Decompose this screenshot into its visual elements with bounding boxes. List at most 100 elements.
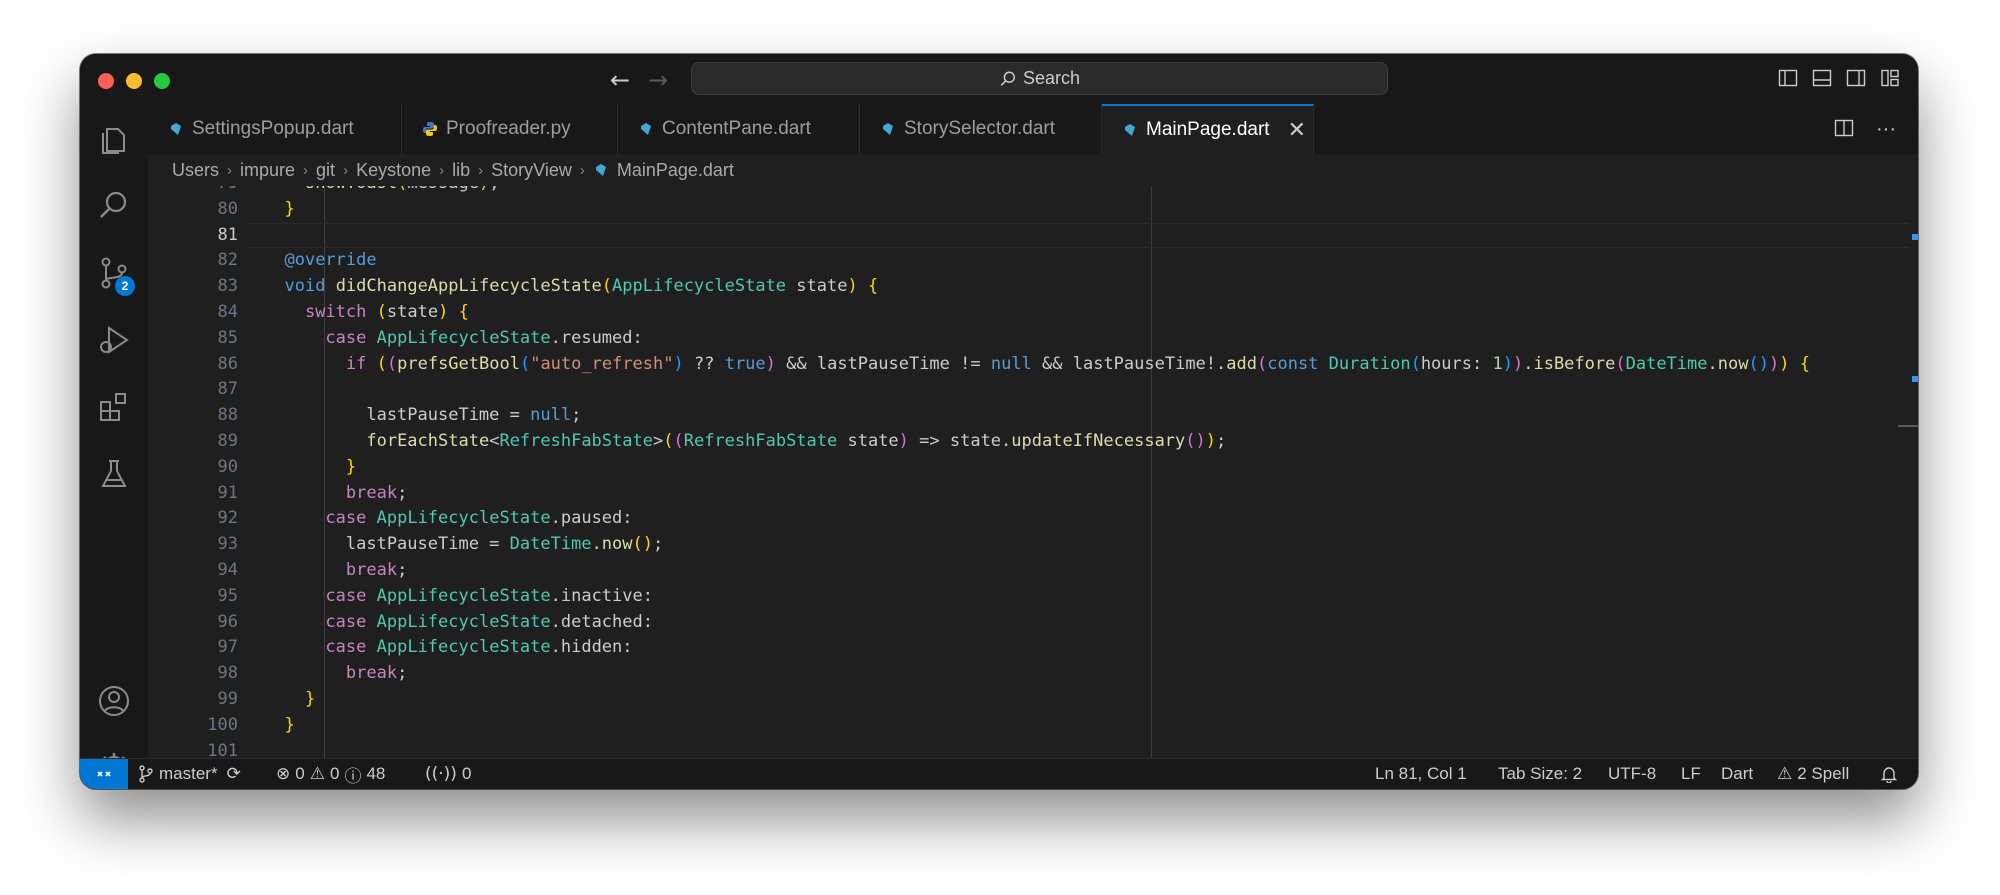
code-line[interactable]: 92 case AppLifecycleState.paused:: [148, 506, 1908, 532]
breadcrumb-item[interactable]: Keystone: [356, 160, 431, 181]
problems-indicator[interactable]: ⊗ 0 ⚠ 0 ⓘ 48: [276, 759, 385, 789]
code-line[interactable]: 86 if ((prefsGetBool("auto_refresh") ?? …: [148, 352, 1908, 378]
code-text: case AppLifecycleState.detached:: [325, 611, 653, 632]
code-text: }: [284, 714, 295, 735]
code-text: }: [284, 198, 295, 219]
testing-flask-icon[interactable]: [97, 457, 131, 491]
line-number: 95: [217, 585, 238, 606]
tab-proofreader[interactable]: Proofreader.py: [402, 104, 618, 154]
git-branch-icon: [139, 765, 153, 783]
code-editor[interactable]: 79 showToast(message);80 }81 82 @override…: [148, 186, 1918, 759]
split-editor-icon[interactable]: [1834, 118, 1854, 144]
minimize-window-button[interactable]: [126, 73, 142, 89]
chevron-right-icon: ›: [303, 161, 309, 179]
tab-size[interactable]: Tab Size: 2: [1498, 759, 1582, 789]
code-line[interactable]: 85 case AppLifecycleState.resumed:: [148, 326, 1908, 352]
error-count: 0: [295, 764, 305, 783]
line-number: 94: [217, 559, 238, 580]
code-text: }: [345, 456, 357, 477]
code-line[interactable]: 84 switch (state) {: [148, 300, 1908, 326]
code-text: switch (state) {: [304, 301, 469, 322]
zoom-window-button[interactable]: [154, 73, 170, 89]
code-line[interactable]: 99 }: [148, 687, 1908, 713]
code-line[interactable]: 96 case AppLifecycleState.detached:: [148, 610, 1908, 636]
breadcrumb-item[interactable]: impure: [240, 160, 295, 181]
more-actions-icon[interactable]: ···: [1876, 118, 1896, 144]
code-text: break;: [345, 559, 408, 580]
code-text: break;: [345, 482, 408, 503]
toggle-panel-icon[interactable]: [1812, 68, 1832, 88]
toggle-primary-sidebar-icon[interactable]: [1778, 68, 1798, 88]
tab-mainpage[interactable]: MainPage.dart ✕: [1102, 104, 1314, 154]
line-number: 97: [217, 637, 238, 658]
code-line[interactable]: 98 break;: [148, 661, 1908, 687]
spell-indicator[interactable]: ⚠ 2 Spell: [1777, 759, 1849, 789]
customize-layout-icon[interactable]: [1880, 68, 1900, 88]
line-number: 81: [217, 224, 238, 245]
search-sidebar-icon[interactable]: [97, 189, 131, 223]
language-mode[interactable]: Dart: [1721, 759, 1753, 789]
close-tab-icon[interactable]: ✕: [1288, 117, 1306, 143]
warning-count: 0: [329, 764, 340, 783]
breadcrumb: Users › impure › git › Keystone › lib › Story…: [148, 154, 1918, 186]
back-arrow-icon[interactable]: ←: [610, 66, 630, 94]
code-line[interactable]: 89 forEachState<RefreshFabState>((Refres…: [148, 429, 1908, 455]
toggle-secondary-sidebar-icon[interactable]: [1846, 68, 1866, 88]
forward-arrow-icon[interactable]: →: [648, 66, 668, 94]
tab-contentpane[interactable]: ContentPane.dart: [618, 104, 860, 154]
line-number: 98: [217, 663, 238, 684]
breadcrumb-item[interactable]: git: [316, 160, 335, 181]
dart-file-icon: [883, 123, 893, 135]
extensions-icon[interactable]: [97, 390, 131, 424]
source-control-icon[interactable]: 2: [97, 256, 135, 296]
tab-label: MainPage.dart: [1146, 119, 1270, 140]
code-line[interactable]: 80 }: [148, 197, 1908, 223]
python-file-icon: [423, 122, 437, 136]
code-line[interactable]: 88 lastPauseTime = null;: [148, 403, 1908, 429]
code-line[interactable]: 95 case AppLifecycleState.inactive:: [148, 584, 1908, 610]
line-number: 88: [217, 405, 238, 426]
end-of-line[interactable]: LF: [1681, 759, 1701, 789]
code-text: @override: [284, 250, 377, 271]
remote-indicator[interactable]: [80, 759, 128, 789]
code-lines: 79 showToast(message);80 }81 82 @override…: [148, 186, 1908, 759]
breadcrumb-item[interactable]: Users: [172, 160, 219, 181]
code-line[interactable]: 91 break;: [148, 481, 1908, 507]
tab-settingspopup[interactable]: SettingsPopup.dart: [148, 104, 402, 154]
code-line[interactable]: 101: [148, 739, 1908, 759]
code-line[interactable]: 93 lastPauseTime = DateTime.now();: [148, 532, 1908, 558]
code-line[interactable]: 94 break;: [148, 558, 1908, 584]
info-icon: ⓘ: [344, 766, 362, 787]
code-text: case AppLifecycleState.hidden:: [325, 637, 633, 658]
breadcrumb-item[interactable]: MainPage.dart: [617, 160, 734, 181]
code-line[interactable]: 97 case AppLifecycleState.hidden:: [148, 635, 1908, 661]
encoding[interactable]: UTF-8: [1608, 759, 1656, 789]
editor-actions: ···: [1834, 118, 1896, 144]
tab-storyselector[interactable]: StorySelector.dart: [860, 104, 1102, 154]
run-debug-icon[interactable]: [97, 323, 131, 357]
close-window-button[interactable]: [98, 73, 114, 89]
explorer-icon[interactable]: [97, 122, 131, 156]
warning-icon: ⚠: [309, 764, 325, 784]
code-line[interactable]: 87: [148, 377, 1908, 403]
code-line[interactable]: 79 showToast(message);: [148, 186, 1908, 197]
code-line[interactable]: 81: [148, 222, 1908, 249]
ports-indicator[interactable]: ((·)) 0: [425, 759, 471, 789]
notifications-bell-icon[interactable]: [1880, 759, 1898, 789]
cursor-position[interactable]: Ln 81, Col 1: [1375, 759, 1467, 789]
code-line[interactable]: 100 }: [148, 713, 1908, 739]
command-center-search[interactable]: Search: [691, 62, 1388, 95]
breadcrumb-item[interactable]: lib: [452, 160, 470, 181]
code-line[interactable]: 82 @override: [148, 248, 1908, 274]
branch-indicator[interactable]: master* ⟳: [138, 759, 241, 789]
accounts-icon[interactable]: [97, 684, 131, 718]
code-line[interactable]: 90 }: [148, 455, 1908, 481]
line-number: 90: [217, 456, 238, 477]
breadcrumb-item[interactable]: StoryView: [491, 160, 572, 181]
line-number: 101: [207, 740, 238, 759]
sync-icon[interactable]: ⟳: [227, 764, 241, 784]
code-text: case AppLifecycleState.resumed:: [325, 327, 643, 348]
code-line[interactable]: 83 void didChangeAppLifecycleState(AppLi…: [148, 274, 1908, 300]
scrollbar-marker: [1912, 234, 1918, 240]
scrollbar-thumb[interactable]: [1898, 425, 1918, 427]
